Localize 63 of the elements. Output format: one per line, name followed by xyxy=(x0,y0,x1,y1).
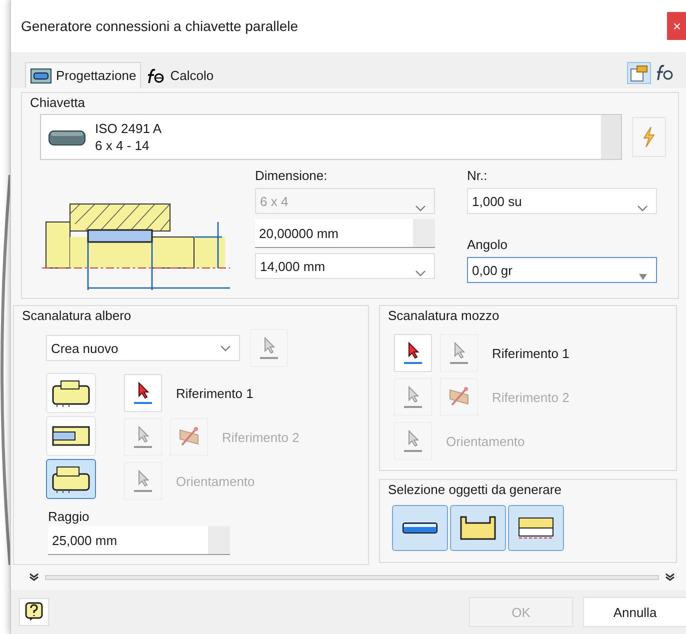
cursor-icon xyxy=(133,425,153,449)
group-title: Selezione oggetti da generare xyxy=(387,481,562,499)
reference-label: Orientamento xyxy=(176,474,255,488)
help-button[interactable] xyxy=(19,598,49,626)
angle-dropdown[interactable]: 0,00 gr xyxy=(467,257,657,283)
reference-label: Riferimento 2 xyxy=(492,390,570,404)
chevron-down-icon xyxy=(415,270,426,276)
cursor-icon xyxy=(449,341,469,365)
groove-type-button[interactable] xyxy=(46,459,96,499)
dropdown-arrow-icon xyxy=(638,273,648,281)
cursor-icon xyxy=(259,336,279,360)
dialog-button[interactable]: Annulla xyxy=(583,597,686,627)
tab[interactable]: Calcolo xyxy=(141,62,219,88)
notepad-icon xyxy=(629,64,649,82)
field-label: Angolo xyxy=(467,237,508,252)
group-title: Chiavetta xyxy=(29,94,86,112)
tab[interactable]: Progettazione xyxy=(25,62,142,88)
field-label: Dimensione: xyxy=(255,168,328,183)
flip-direction-icon xyxy=(178,426,200,448)
cursor-icon xyxy=(133,381,153,405)
select-button[interactable] xyxy=(124,374,162,412)
reference-label: Riferimento 1 xyxy=(176,386,254,400)
chevron-down-icon xyxy=(220,344,231,352)
function-icon xyxy=(146,68,166,84)
flip-direction-icon xyxy=(448,386,470,408)
lightning-button[interactable] xyxy=(632,117,666,157)
expand-icon[interactable] xyxy=(29,573,39,581)
key-design-icon xyxy=(30,68,52,84)
chevron-down-icon xyxy=(415,204,426,212)
field-label: Nr.: xyxy=(467,168,488,183)
radius-field[interactable]: 25,000 mm xyxy=(48,526,230,555)
object-toggle[interactable] xyxy=(450,505,506,551)
reference-label: Orientamento xyxy=(446,434,525,448)
help-icon xyxy=(25,602,43,622)
field-label: Raggio xyxy=(47,508,90,526)
chevron-down-icon xyxy=(637,204,648,212)
group-title: Scanalatura albero xyxy=(21,307,132,325)
length-dropdown[interactable]: 14,000 mm xyxy=(255,253,435,279)
group-title: Scanalatura mozzo xyxy=(387,307,500,325)
window-title: Generatore connessioni a chiavette parallele xyxy=(21,18,298,34)
options-button[interactable] xyxy=(627,62,651,84)
mode-dropdown[interactable]: Crea nuovo xyxy=(46,335,240,361)
cursor-icon xyxy=(403,341,423,365)
object-toggle[interactable] xyxy=(508,505,564,551)
count-dropdown[interactable]: 1,000 su xyxy=(467,188,657,214)
select-button[interactable] xyxy=(394,334,432,372)
cursor-icon xyxy=(403,385,423,409)
expand-icon[interactable] xyxy=(665,573,675,581)
key-selector[interactable]: ISO 2491 A 6 x 4 - 14 xyxy=(40,114,622,160)
cursor-icon xyxy=(133,469,153,493)
reference-label: Riferimento 1 xyxy=(492,346,570,360)
function-icon xyxy=(655,64,675,82)
key-size: 6 x 4 - 14 xyxy=(95,137,150,154)
closed-groove-icon xyxy=(51,378,91,408)
cursor-icon xyxy=(403,429,423,453)
close-button[interactable]: × xyxy=(667,12,686,40)
end-groove-icon xyxy=(51,464,91,494)
lightning-icon xyxy=(642,126,656,148)
object-toggle[interactable] xyxy=(392,505,448,551)
diameter-field[interactable]: 20,00000 mm xyxy=(255,219,435,248)
reference-label: Riferimento 2 xyxy=(222,430,300,444)
key-standard: ISO 2491 A xyxy=(95,120,162,137)
shaft-groove-icon xyxy=(458,514,498,542)
